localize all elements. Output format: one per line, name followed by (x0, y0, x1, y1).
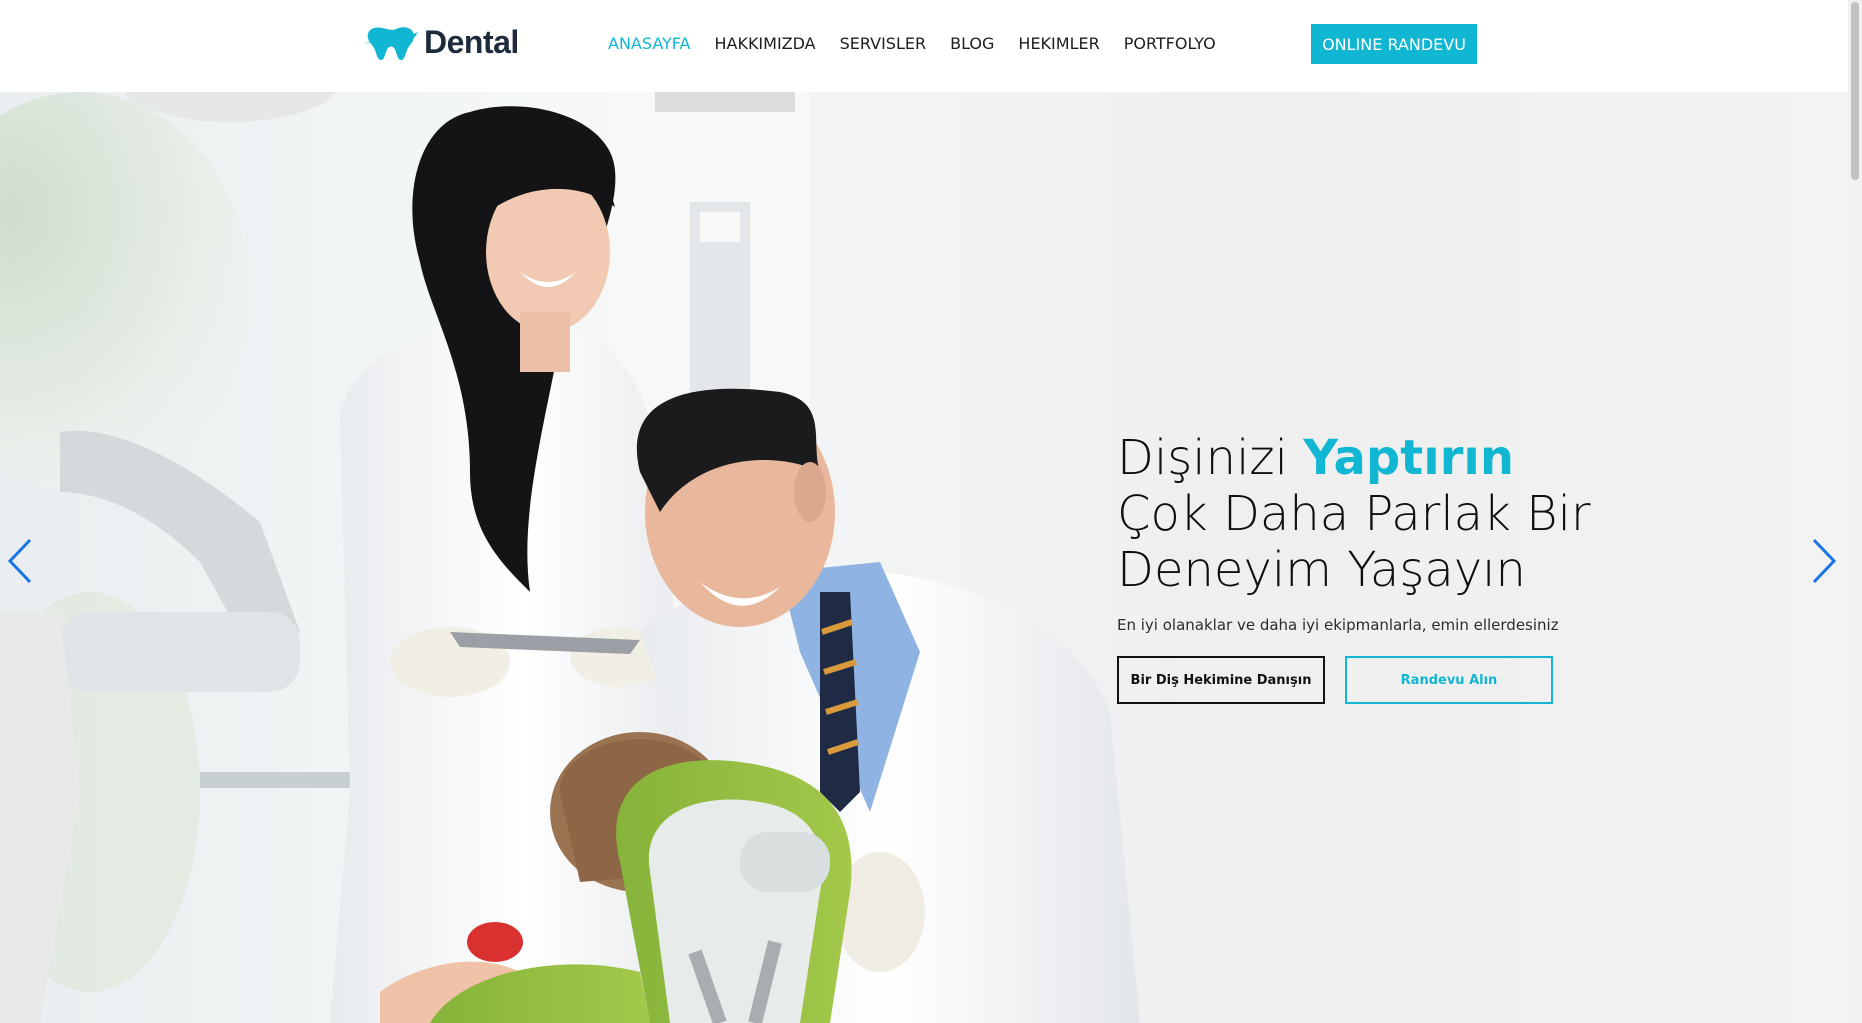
hero-content: Dişinizi Yaptırın Çok Daha Parlak Bir De… (1117, 430, 1677, 704)
slider-prev-button[interactable] (4, 536, 38, 586)
book-appointment-button[interactable]: Randevu Alın (1345, 656, 1553, 704)
hero-title-accent: Yaptırın (1303, 430, 1514, 486)
hero-title-part1: Dişinizi (1117, 430, 1304, 486)
hero-subtitle: En iyi olanaklar ve daha iyi ekipmanlarl… (1117, 616, 1559, 634)
hero-slider: Dişinizi Yaptırın Çok Daha Parlak Bir De… (0, 92, 1848, 1023)
site-header: Dental ANASAYFA HAKKIMIZDA SERVISLER BLO… (0, 0, 1848, 92)
nav-item-blog[interactable]: BLOG (950, 34, 994, 53)
page: Dental ANASAYFA HAKKIMIZDA SERVISLER BLO… (0, 0, 1862, 1023)
chevron-left-icon (7, 538, 32, 584)
chevron-right-icon (1812, 538, 1837, 584)
page-scrollbar[interactable] (1848, 0, 1862, 1023)
nav-item-servisler[interactable]: SERVISLER (840, 34, 926, 53)
hero-title-line3: Deneyim Yaşayın (1117, 542, 1526, 598)
online-appointment-button[interactable]: ONLINE RANDEVU (1311, 24, 1477, 64)
nav-item-hekimler[interactable]: HEKIMLER (1018, 34, 1099, 53)
brand-logo[interactable]: Dental (364, 22, 519, 62)
consult-dentist-button[interactable]: Bir Diş Hekimine Danışın (1117, 656, 1325, 704)
hero-buttons: Bir Diş Hekimine Danışın Randevu Alın (1117, 656, 1677, 704)
hero-title: Dişinizi Yaptırın Çok Daha Parlak Bir De… (1117, 430, 1677, 598)
scrollbar-thumb[interactable] (1851, 2, 1859, 180)
tooth-icon (364, 27, 418, 60)
brand-name: Dental (424, 23, 519, 60)
slider-next-button[interactable] (1806, 536, 1840, 586)
hero-title-line2: Çok Daha Parlak Bir (1117, 486, 1591, 542)
hero-image (0, 92, 1160, 1023)
nav-item-hakkimizda[interactable]: HAKKIMIZDA (714, 34, 815, 53)
main-nav: ANASAYFA HAKKIMIZDA SERVISLER BLOG HEKIM… (608, 34, 1240, 53)
nav-item-anasayfa[interactable]: ANASAYFA (608, 34, 690, 53)
nav-item-portfolyo[interactable]: PORTFOLYO (1124, 34, 1216, 53)
